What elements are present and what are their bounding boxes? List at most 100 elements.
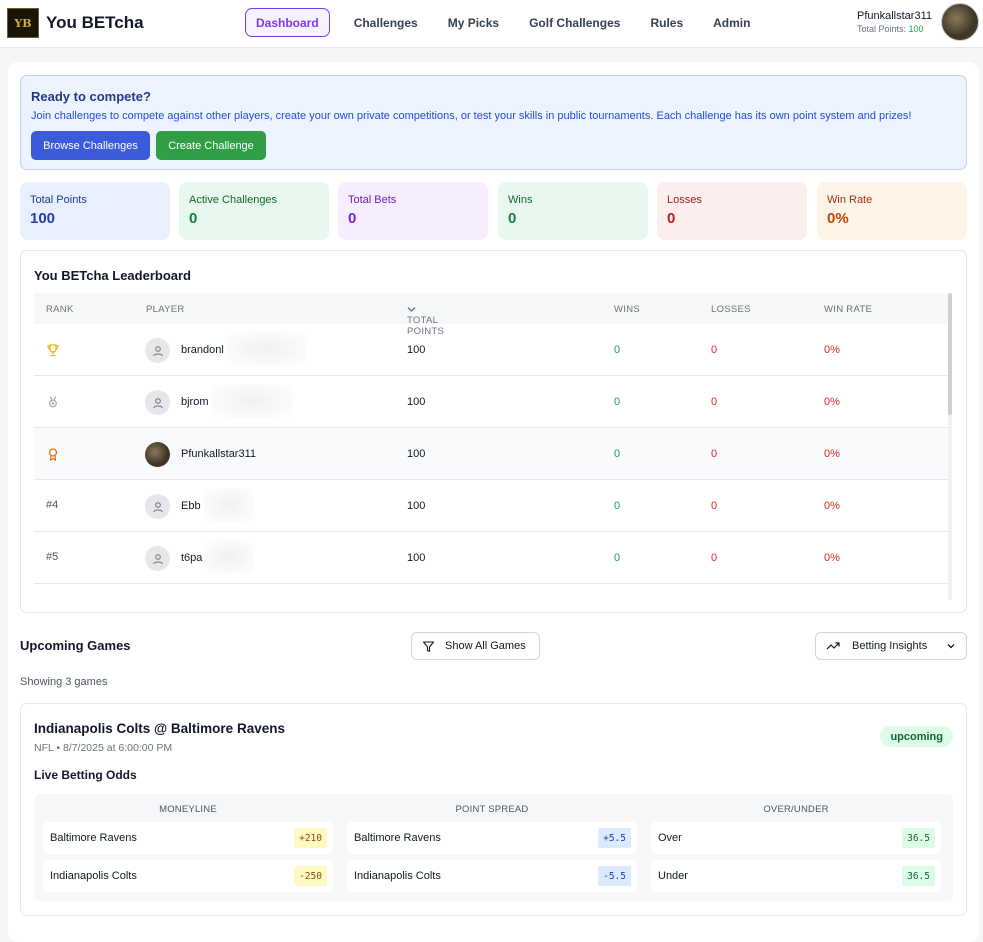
player-losses: 0 [711,552,718,564]
create-challenge-button[interactable]: Create Challenge [156,131,266,160]
player-name: t6pa [181,552,203,564]
stat-losses: Losses 0 [657,182,807,240]
show-all-games-button[interactable]: Show All Games [411,632,540,660]
redaction-blur [212,384,292,418]
col-wins: WINS [614,304,641,315]
user-points-label: Total Points: [856,24,907,34]
user-avatar[interactable] [941,3,979,41]
odds-moneyline: MONEYLINE Baltimore Ravens +210 Indianapo… [43,794,333,898]
col-total-points[interactable]: TOTAL POINTS [407,304,444,337]
redaction-blur [227,332,307,366]
leaderboard-title: You BETcha Leaderboard [34,268,191,283]
nav-golf-challenges[interactable]: Golf Challenges [518,8,631,37]
player-wins: 0 [614,552,621,564]
player-win-rate: 0% [824,448,840,460]
stat-value: 100 [30,210,56,227]
table-row[interactable]: brandonl 100 0 0 0% [34,324,951,376]
user-name: Pfunkallstar311 [856,10,932,22]
browse-challenges-button[interactable]: Browse Challenges [31,131,150,160]
odds-option[interactable]: Indianapolis Colts -250 [43,860,333,892]
odds-value: 36.5 [902,828,935,848]
betting-insights-dropdown[interactable]: Betting Insights [815,632,967,660]
player-name: bjrom [181,396,209,408]
main-content: Ready to compete? Join challenges to com… [8,62,979,942]
player-wins: 0 [614,500,621,512]
table-row[interactable]: #5 t6pa 100 0 0 0% [34,532,951,584]
odds-option[interactable]: Over 36.5 [651,822,941,854]
table-row[interactable]: #4 Ebb 100 0 0 0% [34,480,951,532]
chevron-down-icon [947,644,955,649]
table-header: RANK PLAYER TOTAL POINTS WINS LOSSES WIN… [34,293,951,337]
player-losses: 0 [711,500,718,512]
stat-value: 0 [189,210,198,227]
stat-label: Losses [667,194,702,206]
odds-header: OVER/UNDER [763,804,829,815]
redaction-blur [204,540,254,574]
odds-value: 36.5 [902,866,935,886]
trending-up-icon [826,642,840,650]
player-losses: 0 [711,344,718,356]
medal-silver-icon [46,395,60,412]
odds-value: +210 [294,828,327,848]
odds-value: -5.5 [598,866,631,886]
odds-option[interactable]: Under 36.5 [651,860,941,892]
stat-total-points: Total Points 100 [20,182,170,240]
col-rank: RANK [46,304,74,315]
brand-logo[interactable]: YB [7,8,39,38]
col-player: PLAYER [146,304,185,315]
betting-insights-label: Betting Insights [852,640,928,652]
avatar [145,390,170,415]
medal-bronze-icon [46,447,60,464]
odds-team: Baltimore Ravens [50,832,137,844]
odds-team: Indianapolis Colts [50,870,137,882]
user-icon [152,345,163,356]
player-win-rate: 0% [824,396,840,408]
player-name: Pfunkallstar311 [181,448,257,460]
avatar [145,338,170,363]
col-win-rate: WIN RATE [824,304,873,315]
user-info: Pfunkallstar311 Total Points: 100 [857,10,932,34]
brand-name[interactable]: You BETcha [46,13,144,33]
filter-icon [422,640,435,652]
nav-rules[interactable]: Rules [639,8,694,37]
nav-my-picks[interactable]: My Picks [437,8,510,37]
odds-option[interactable]: Baltimore Ravens +5.5 [347,822,637,854]
game-title: Indianapolis Colts @ Baltimore Ravens [34,721,285,736]
leaderboard-table[interactable]: RANK PLAYER TOTAL POINTS WINS LOSSES WIN… [34,293,951,600]
leaderboard-scrollbar[interactable] [948,293,952,600]
nav-dashboard[interactable]: Dashboard [245,8,330,37]
user-icon [152,501,163,512]
logo-monogram: YB [14,16,32,30]
user-icon [152,553,163,564]
status-badge: upcoming [880,726,953,747]
player-name: Ebb [181,500,201,512]
table-row[interactable]: bjrom 100 0 0 0% [34,376,951,428]
table-row[interactable]: Pfunkallstar311 100 0 0 0% [34,428,951,480]
player-name: brandonl [181,344,224,356]
stat-value: 0 [348,210,357,227]
stat-wins: Wins 0 [498,182,648,240]
player-losses: 0 [711,448,718,460]
odds-team: Over [658,832,682,844]
upcoming-games-title: Upcoming Games [20,638,131,653]
odds-option[interactable]: Baltimore Ravens +210 [43,822,333,854]
nav-challenges[interactable]: Challenges [343,8,429,37]
odds-team: Indianapolis Colts [354,870,441,882]
odds-option[interactable]: Indianapolis Colts -5.5 [347,860,637,892]
avatar [145,442,170,467]
user-points: Total Points: 100 [857,24,932,34]
odds-team: Baltimore Ravens [354,832,441,844]
stat-value: 0% [827,210,849,227]
player-rank: #5 [46,551,59,563]
avatar [145,546,170,571]
odds-over-under: OVER/UNDER Over 36.5 Under 36.5 [651,794,941,898]
nav-admin[interactable]: Admin [702,8,761,37]
redaction-blur [204,488,254,522]
odds-title: Live Betting Odds [34,768,137,782]
odds-header: POINT SPREAD [455,804,529,815]
stat-total-bets: Total Bets 0 [338,182,488,240]
scroll-thumb[interactable] [948,293,952,415]
stat-label: Win Rate [827,194,873,206]
top-navbar: YB You BETcha Dashboard Challenges My Pi… [0,0,983,48]
banner-text: Join challenges to compete against other… [31,110,912,122]
